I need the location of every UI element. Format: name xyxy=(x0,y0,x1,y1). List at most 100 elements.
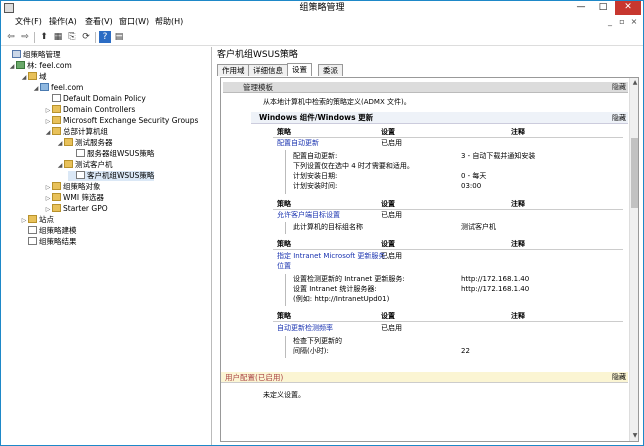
tree-node-label: Microsoft Exchange Security Groups xyxy=(63,116,199,125)
menu-window[interactable]: 窗口(W) xyxy=(117,16,151,28)
hide-link[interactable]: 隐藏 xyxy=(612,372,626,383)
minimize-button[interactable]: — xyxy=(571,1,591,15)
menu-file[interactable]: 文件(F) xyxy=(13,16,44,28)
tab-settings[interactable]: 设置 xyxy=(287,63,312,76)
tree-node[interactable]: 组策略建模 xyxy=(20,226,77,236)
expand-icon[interactable]: ▷ xyxy=(44,117,52,127)
tree-node[interactable]: ◢ 林: feel.com xyxy=(8,61,72,71)
menu-view[interactable]: 查看(V) xyxy=(83,16,115,28)
col-policy: 策略 xyxy=(277,240,291,248)
app-window: 组策略管理 — □ ✕ 文件(F) 操作(A) 查看(V) 窗口(W) 帮助(H… xyxy=(0,0,644,446)
gpo-link-icon xyxy=(76,149,85,157)
divider xyxy=(273,321,623,322)
expand-icon[interactable]: ▷ xyxy=(44,106,52,116)
tree-node-label: 域 xyxy=(39,72,47,81)
policy-setting: 已启用 xyxy=(381,211,402,219)
scroll-up-icon[interactable]: ▲ xyxy=(630,78,638,88)
tree-node[interactable]: 组策略管理 xyxy=(4,50,61,60)
tree-node-label: 组策略对象 xyxy=(63,182,101,191)
tree-node[interactable]: ◢ 测试客户机 xyxy=(56,160,113,170)
expand-icon[interactable]: ◢ xyxy=(20,73,28,83)
col-setting: 设置 xyxy=(381,312,395,320)
scroll-down-icon[interactable]: ▼ xyxy=(630,431,638,441)
tree-node[interactable]: ◢ 域 xyxy=(20,72,47,82)
menu-help[interactable]: 帮助(H) xyxy=(153,16,185,28)
tree-node[interactable]: ◢ feel.com xyxy=(32,83,83,93)
policy-link[interactable]: 允许客户端目标设置 xyxy=(277,211,340,220)
help-icon[interactable]: ? xyxy=(99,31,111,43)
detail-bracket xyxy=(285,150,286,194)
tab-delegation[interactable]: 委派 xyxy=(318,64,343,76)
tree-node-label: 测试客户机 xyxy=(75,160,113,169)
tree-node[interactable]: Default Domain Policy xyxy=(44,94,146,104)
back-icon[interactable]: ⇦ xyxy=(5,31,17,43)
expand-icon[interactable]: ▷ xyxy=(44,194,52,204)
ou-icon xyxy=(64,138,73,146)
expand-icon[interactable]: ◢ xyxy=(56,161,64,171)
tree-node[interactable]: ▷ Starter GPO xyxy=(44,204,108,214)
policy-link[interactable]: 自动更新检测频率 xyxy=(277,324,333,333)
col-setting: 设置 xyxy=(381,128,395,136)
mdi-minimize-button[interactable]: _ xyxy=(605,16,615,28)
expand-icon[interactable]: ◢ xyxy=(56,139,64,149)
tree-node[interactable]: 服务器组WSUS策略 xyxy=(68,149,154,159)
policy-setting: 已启用 xyxy=(381,324,402,332)
ou-icon xyxy=(64,160,73,168)
copy-icon[interactable]: ⎘ xyxy=(66,31,78,43)
expand-icon[interactable]: ▷ xyxy=(44,183,52,193)
detail-value: http://172.168.1.40 xyxy=(461,285,530,293)
modeling-icon xyxy=(28,226,37,234)
scroll-thumb[interactable] xyxy=(631,138,638,208)
tree-node[interactable]: ◢ 测试服务器 xyxy=(56,138,113,148)
tree-node[interactable]: ◢ 总部计算机组 xyxy=(44,127,108,137)
expand-icon[interactable]: ◢ xyxy=(44,128,52,138)
col-setting: 设置 xyxy=(381,200,395,208)
policy-link[interactable]: 配置自动更新 xyxy=(277,139,319,148)
hide-link[interactable]: 隐藏 xyxy=(612,82,626,93)
console-tree: 组策略管理 ◢ 林: feel.com ◢ 域 ◢ feel.com Default … xyxy=(2,47,212,445)
tree-node[interactable]: ▷ Microsoft Exchange Security Groups xyxy=(44,116,198,126)
divider xyxy=(273,209,623,210)
close-button[interactable]: ✕ xyxy=(615,1,641,15)
tab-scope[interactable]: 作用域 xyxy=(217,64,250,76)
tree-node-label: Default Domain Policy xyxy=(63,94,146,103)
detail-value: 22 xyxy=(461,347,470,355)
policy-link-cont[interactable]: 位置 xyxy=(277,262,291,271)
vertical-scrollbar[interactable]: ▲ ▼ xyxy=(629,78,638,441)
admin-description: 从本地计算机中检索的策略定义(ADMX 文件)。 xyxy=(263,98,411,106)
forward-icon[interactable]: ⇨ xyxy=(19,31,31,43)
tree-node-label: 组策略管理 xyxy=(23,50,61,59)
tree-node-label: Domain Controllers xyxy=(63,105,136,114)
expand-icon[interactable]: ◢ xyxy=(32,84,40,94)
maximize-button[interactable]: □ xyxy=(593,1,613,15)
expand-icon[interactable]: ▷ xyxy=(20,216,28,226)
detail-label: 计划安装时间: xyxy=(293,182,338,190)
expand-icon[interactable]: ▷ xyxy=(44,205,52,215)
tab-details[interactable]: 详细信息 xyxy=(248,64,288,76)
hide-link[interactable]: 隐藏 xyxy=(612,112,626,124)
tree-node[interactable]: 组策略结果 xyxy=(20,237,77,247)
tree-node[interactable]: ▷ 组策略对象 xyxy=(44,182,101,192)
tree-node-selected[interactable]: 客户机组WSUS策略 xyxy=(68,171,155,181)
col-setting: 设置 xyxy=(381,240,395,248)
policy-link[interactable]: 指定 Intranet Microsoft 更新服务 xyxy=(277,252,385,261)
properties-icon[interactable]: ▤ xyxy=(113,31,125,43)
gpm-root-icon xyxy=(12,50,21,58)
up-folder-icon[interactable]: ⬆ xyxy=(38,31,50,43)
expand-icon[interactable]: ◢ xyxy=(8,62,16,72)
tree-node[interactable]: ▷ Domain Controllers xyxy=(44,105,135,115)
mdi-maximize-button[interactable]: ▫ xyxy=(617,16,627,28)
tree-node[interactable]: ▷ WMI 筛选器 xyxy=(44,193,104,203)
mdi-close-button[interactable]: × xyxy=(629,16,639,28)
admin-templates-header[interactable]: 管理模板 隐藏 xyxy=(223,82,628,93)
refresh-icon[interactable]: ⟳ xyxy=(80,31,92,43)
tree-node[interactable]: ▷ 站点 xyxy=(20,215,54,225)
tree-node-label: 服务器组WSUS策略 xyxy=(87,149,155,158)
user-config-header[interactable]: 用户配置(已启用) 隐藏 xyxy=(221,372,628,383)
col-policy: 策略 xyxy=(277,312,291,320)
show-tree-icon[interactable]: ▦ xyxy=(52,31,64,43)
menu-action[interactable]: 操作(A) xyxy=(47,16,79,28)
wu-section-header[interactable]: Windows 组件/Windows 更新 隐藏 xyxy=(251,112,628,124)
divider xyxy=(273,137,623,138)
details-pane: 客户机组WSUS策略 作用域 详细信息 设置 委派 管理模板 隐藏 从本地计算机… xyxy=(213,47,643,445)
